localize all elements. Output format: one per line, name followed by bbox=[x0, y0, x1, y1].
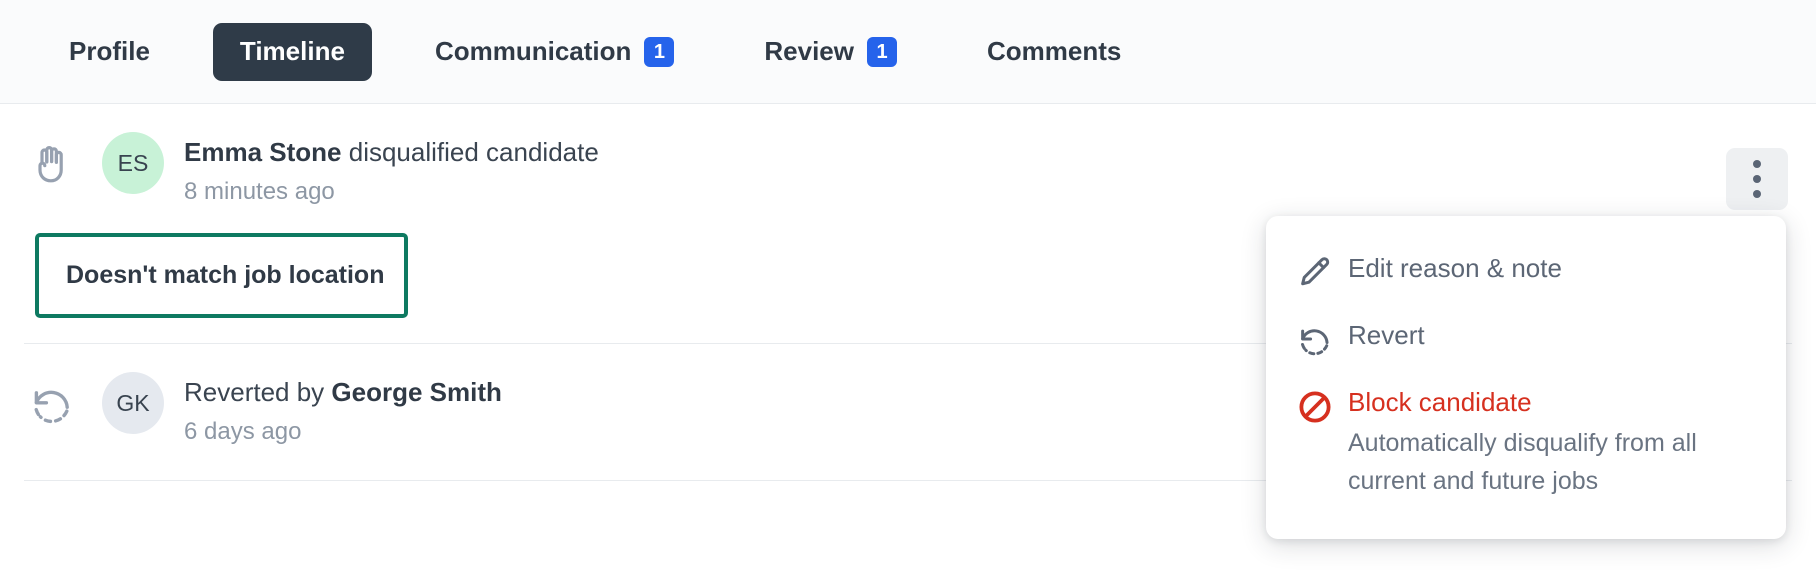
tab-review[interactable]: Review 1 bbox=[737, 23, 924, 81]
dot bbox=[1753, 160, 1761, 168]
dot bbox=[1753, 190, 1761, 198]
more-options-button[interactable] bbox=[1726, 148, 1788, 210]
tab-label: Comments bbox=[987, 36, 1121, 67]
tab-label: Communication bbox=[435, 36, 631, 67]
tab-comments[interactable]: Comments bbox=[960, 23, 1148, 81]
timeline-entry-body: Emma Stone disqualified candidate 8 minu… bbox=[184, 130, 1788, 207]
tab-communication[interactable]: Communication 1 bbox=[408, 23, 701, 81]
revert-arrow-icon bbox=[24, 370, 80, 428]
avatar-initials: GK bbox=[116, 390, 149, 417]
tab-timeline[interactable]: Timeline bbox=[213, 23, 372, 81]
disqualification-reason-box: Doesn't match job location bbox=[35, 233, 408, 318]
menu-item-block-candidate[interactable]: Block candidate Automatically disqualify… bbox=[1266, 372, 1786, 513]
timeline-entry-title: Emma Stone disqualified candidate bbox=[184, 134, 1788, 170]
actor-name: Emma Stone bbox=[184, 137, 342, 167]
menu-item-description: Automatically disqualify from all curren… bbox=[1348, 424, 1760, 500]
action-text: Reverted by bbox=[184, 377, 324, 407]
tab-label: Profile bbox=[69, 36, 150, 67]
timeline-entry-disqualified: ES Emma Stone disqualified candidate 8 m… bbox=[0, 104, 1816, 207]
spacer bbox=[701, 51, 737, 52]
menu-item-label: Edit reason & note bbox=[1348, 251, 1760, 285]
menu-item-revert[interactable]: Revert bbox=[1266, 305, 1786, 372]
raised-hand-icon bbox=[24, 130, 80, 188]
menu-item-edit-reason[interactable]: Edit reason & note bbox=[1266, 238, 1786, 305]
menu-item-label: Block candidate bbox=[1348, 385, 1760, 419]
avatar: GK bbox=[102, 372, 164, 434]
tab-badge-count: 1 bbox=[867, 37, 897, 67]
block-circle-slash-icon bbox=[1296, 385, 1348, 426]
actor-name: George Smith bbox=[331, 377, 501, 407]
menu-texts: Block candidate Automatically disqualify… bbox=[1348, 385, 1760, 500]
pencil-icon bbox=[1296, 251, 1348, 292]
action-text: disqualified candidate bbox=[349, 137, 599, 167]
tab-label: Timeline bbox=[240, 36, 345, 67]
tab-profile[interactable]: Profile bbox=[42, 23, 177, 81]
revert-arrow-icon bbox=[1296, 318, 1348, 359]
tab-badge-count: 1 bbox=[644, 37, 674, 67]
candidate-timeline-panel: Profile Timeline Communication 1 Review … bbox=[0, 0, 1816, 570]
menu-texts: Revert bbox=[1348, 318, 1760, 352]
context-menu: Edit reason & note Revert bbox=[1266, 216, 1786, 539]
reason-text: Doesn't match job location bbox=[66, 261, 384, 290]
tab-bar: Profile Timeline Communication 1 Review … bbox=[0, 0, 1816, 104]
spacer bbox=[177, 51, 213, 52]
menu-item-label: Revert bbox=[1348, 318, 1760, 352]
dot bbox=[1753, 175, 1761, 183]
tab-label: Review bbox=[764, 36, 854, 67]
spacer bbox=[924, 51, 960, 52]
avatar-initials: ES bbox=[118, 150, 149, 177]
timestamp: 8 minutes ago bbox=[184, 177, 1788, 207]
spacer bbox=[372, 51, 408, 52]
avatar: ES bbox=[102, 132, 164, 194]
menu-texts: Edit reason & note bbox=[1348, 251, 1760, 285]
